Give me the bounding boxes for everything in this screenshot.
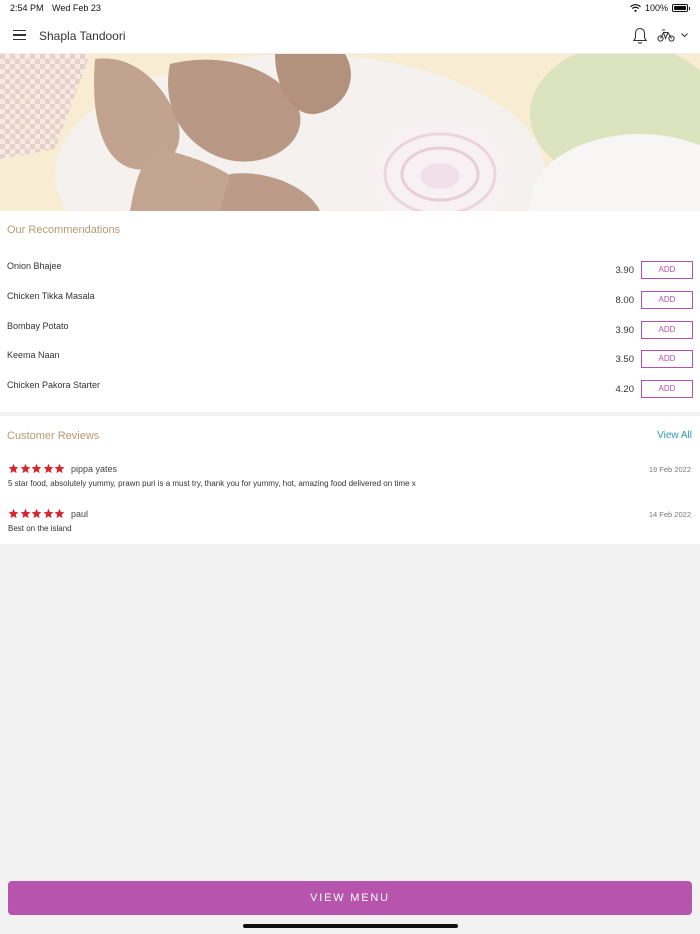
home-indicator[interactable] [243, 924, 458, 928]
status-date: Wed Feb 23 [52, 3, 101, 13]
item-price: 8.00 [615, 295, 635, 306]
review-item: paul 14 Feb 2022 Best on the island [0, 508, 700, 544]
add-button[interactable]: ADD [641, 261, 693, 279]
view-all-link[interactable]: View All [657, 430, 692, 441]
section-title-reviews: Customer Reviews [7, 430, 100, 442]
reviewer-name: pippa yates [71, 464, 118, 474]
star-icon [43, 463, 53, 474]
star-icon [54, 463, 65, 474]
add-button[interactable]: ADD [641, 291, 693, 309]
star-icon [8, 463, 19, 474]
status-bar: 2:54 PM Wed Feb 23 100% [0, 0, 700, 18]
nav-bar: Shapla Tandoori [0, 18, 700, 54]
star-icon [31, 508, 42, 519]
review-text: Best on the island [8, 524, 72, 533]
reviews-panel: Customer Reviews View All pippa yates 19… [0, 416, 700, 544]
view-menu-button[interactable]: VIEW MENU [8, 881, 692, 915]
status-time: 2:54 PM [10, 3, 44, 13]
star-icon [54, 508, 65, 519]
recommendations-panel: Our Recommendations Onion Bhajee 3.90 AD… [0, 211, 700, 412]
recommendation-row: Bombay Potato 3.90 ADD [0, 321, 700, 343]
page-title: Shapla Tandoori [39, 29, 126, 43]
bell-icon[interactable] [632, 27, 648, 45]
status-indicators: 100% [630, 3, 690, 13]
recommendation-row: Chicken Tikka Masala 8.00 ADD [0, 291, 700, 313]
item-price: 4.20 [615, 384, 635, 395]
item-name: Chicken Tikka Masala [7, 291, 95, 301]
star-rating [8, 463, 65, 474]
review-text: 5 star food, absolutely yummy, prawn pur… [8, 479, 416, 488]
wifi-icon [630, 4, 641, 12]
add-button[interactable]: ADD [641, 380, 693, 398]
star-rating [8, 508, 65, 519]
recommendation-row: Chicken Pakora Starter 4.20 ADD [0, 380, 700, 402]
section-title-recommendations: Our Recommendations [7, 224, 121, 236]
recommendation-row: Keema Naan 3.50 ADD [0, 350, 700, 372]
review-date: 19 Feb 2022 [648, 465, 691, 474]
star-icon [20, 463, 30, 474]
battery-percent: 100% [644, 3, 668, 13]
delivery-bike-icon[interactable] [657, 28, 675, 42]
star-icon [43, 508, 53, 519]
add-button[interactable]: ADD [641, 321, 693, 339]
item-name: Onion Bhajee [7, 261, 62, 271]
star-icon [20, 508, 30, 519]
hero-food-image [0, 54, 700, 211]
recommendation-row: Onion Bhajee 3.90 ADD [0, 261, 700, 283]
review-date: 14 Feb 2022 [648, 510, 691, 519]
star-icon [8, 508, 19, 519]
item-price: 3.90 [615, 325, 635, 336]
review-item: pippa yates 19 Feb 2022 5 star food, abs… [0, 463, 700, 499]
battery-icon [672, 4, 690, 12]
add-button[interactable]: ADD [641, 350, 693, 368]
reviewer-name: paul [71, 509, 89, 519]
menu-icon[interactable] [13, 30, 26, 41]
star-icon [31, 463, 42, 474]
item-name: Keema Naan [7, 350, 60, 360]
item-price: 3.50 [615, 354, 635, 365]
item-name: Chicken Pakora Starter [7, 380, 101, 390]
item-name: Bombay Potato [7, 321, 69, 331]
item-price: 3.90 [615, 265, 635, 276]
chevron-down-icon[interactable] [680, 31, 689, 39]
